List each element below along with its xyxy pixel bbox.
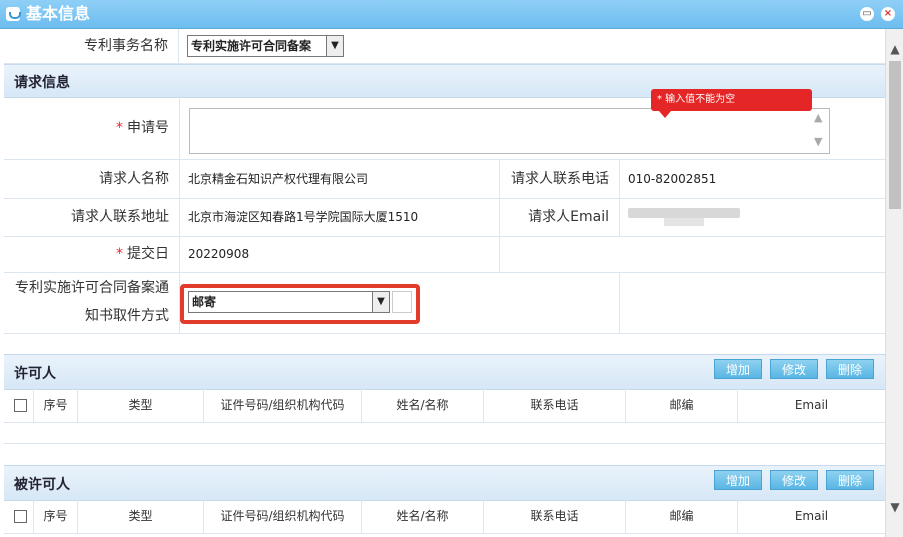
requester-email-value [620, 199, 885, 236]
pickup-select-value: 邮寄 [192, 295, 217, 309]
requester-addr-row: 请求人联系地址 北京市海淀区知春路1号学院国际大厦1510 请求人Email [4, 199, 885, 237]
col-name: 姓名/名称 [362, 500, 484, 533]
licensor-table-header: 序号 类型 证件号码/组织机构代码 姓名/名称 联系电话 邮编 Email [4, 389, 885, 423]
scroll-up-icon[interactable]: ▲ [886, 41, 903, 57]
blurred-email [628, 208, 740, 218]
submit-date-value: 20220908 [180, 237, 500, 272]
licensor-title: 许可人 [14, 366, 56, 382]
pickup-select[interactable]: 邮寄 ▼ [188, 291, 390, 313]
window-titlebar: 基本信息 ▭ × [0, 0, 903, 29]
requester-name-row: 请求人名称 北京精金石知识产权代理有限公司 请求人联系电话 010-820028… [4, 160, 885, 199]
col-zip: 邮编 [626, 500, 738, 533]
window-title: 基本信息 [26, 4, 91, 23]
chevron-down-icon: ▼ [372, 292, 389, 312]
col-id: 证件号码/组织机构代码 [204, 500, 362, 533]
matter-row: 专利事务名称 专利实施许可合同备案 ▼ [4, 29, 885, 64]
matter-label: 专利事务名称 [4, 29, 179, 63]
col-type: 类型 [78, 389, 204, 422]
col-index: 序号 [34, 389, 78, 422]
pickup-row: 专利实施许可合同备案通 知书取件方式 邮寄 ▼ [4, 273, 885, 334]
licensee-table-header: 序号 类型 证件号码/组织机构代码 姓名/名称 联系电话 邮编 Email [4, 500, 885, 534]
col-phone: 联系电话 [484, 389, 626, 422]
licensee-edit-button[interactable]: 修改 [770, 470, 818, 490]
col-phone: 联系电话 [484, 500, 626, 533]
requester-name-value: 北京精金石知识产权代理有限公司 [180, 160, 500, 198]
col-name: 姓名/名称 [362, 389, 484, 422]
requester-name-label: 请求人名称 [4, 160, 180, 198]
licensee-delete-button[interactable]: 删除 [826, 470, 874, 490]
requester-phone-value: 010-82002851 [628, 172, 717, 186]
licensor-empty-row [4, 423, 885, 444]
application-no-label: * 申请号 [4, 97, 180, 159]
col-id: 证件号码/组织机构代码 [204, 389, 362, 422]
submit-date-label: * 提交日 [4, 237, 180, 272]
requester-addr-value: 北京市海淀区知春路1号学院国际大厦1510 [180, 199, 500, 236]
maximize-icon[interactable]: ▭ [860, 7, 874, 21]
licensor-section-header: 许可人 增加 修改 删除 [4, 354, 885, 390]
licensee-add-button[interactable]: 增加 [714, 470, 762, 490]
window-icon [6, 7, 21, 21]
scroll-down-icon[interactable]: ▼ [886, 499, 903, 515]
licensor-select-all-checkbox[interactable] [14, 399, 27, 412]
form-content: 专利事务名称 专利实施许可合同备案 ▼ 请求信息 * 申请号 ▲ ▼ 请求人名称 … [0, 29, 885, 537]
col-email: Email [794, 509, 829, 523]
chevron-down-icon: ▼ [326, 36, 343, 56]
licensee-section-header: 被许可人 增加 修改 删除 [4, 465, 885, 501]
col-email: Email [794, 398, 829, 412]
error-tooltip: * 输入值不能为空 [651, 89, 812, 118]
matter-select-value: 专利实施许可合同备案 [191, 39, 312, 53]
requester-addr-label: 请求人联系地址 [4, 199, 180, 236]
licensor-edit-button[interactable]: 修改 [770, 359, 818, 379]
scroll-thumb[interactable] [889, 61, 901, 209]
vertical-scrollbar[interactable]: ▲ ▼ [885, 29, 903, 537]
spin-down-icon: ▼ [814, 135, 823, 148]
col-type: 类型 [78, 500, 204, 533]
requester-email-label: 请求人Email [500, 199, 620, 236]
submit-date-row: * 提交日 20220908 [4, 237, 885, 273]
col-zip: 邮编 [626, 389, 738, 422]
col-index: 序号 [34, 500, 78, 533]
request-section-title: 请求信息 [14, 75, 70, 91]
close-icon[interactable]: × [881, 7, 895, 21]
licensor-add-button[interactable]: 增加 [714, 359, 762, 379]
requester-phone-label: 请求人联系电话 [500, 160, 620, 198]
pickup-extra-box [392, 291, 412, 313]
spin-up-icon: ▲ [814, 111, 823, 124]
matter-select[interactable]: 专利实施许可合同备案 ▼ [187, 35, 344, 57]
pickup-label: 专利实施许可合同备案通 知书取件方式 [4, 273, 180, 333]
application-no-input[interactable] [189, 108, 830, 154]
licensee-select-all-checkbox[interactable] [14, 510, 27, 523]
licensor-delete-button[interactable]: 删除 [826, 359, 874, 379]
licensee-title: 被许可人 [14, 477, 70, 493]
